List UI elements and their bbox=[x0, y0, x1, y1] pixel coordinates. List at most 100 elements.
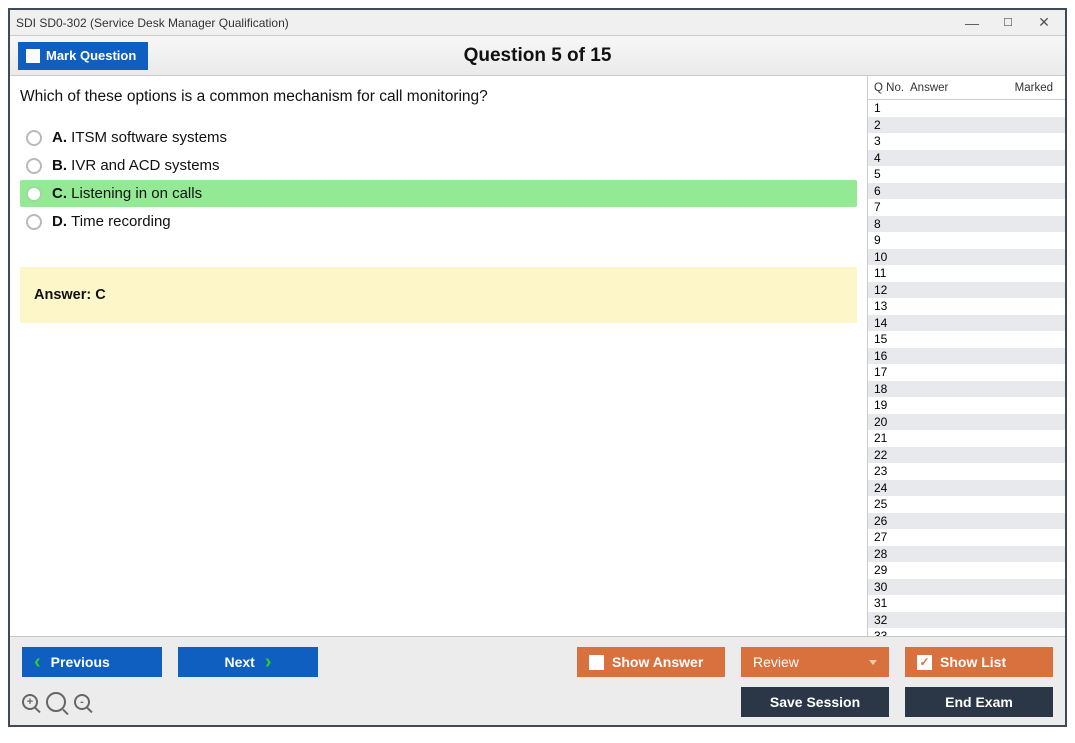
header-bar: Mark Question Question 5 of 15 bbox=[10, 36, 1065, 76]
sidebar-row[interactable]: 26 bbox=[868, 513, 1065, 530]
radio-icon bbox=[26, 214, 42, 230]
next-button[interactable]: Next bbox=[178, 647, 318, 677]
option-a[interactable]: A. ITSM software systems bbox=[20, 124, 857, 151]
footer-row-2: + - Save Session End Exam bbox=[22, 687, 1053, 717]
sidebar-row-number: 8 bbox=[868, 217, 910, 231]
next-label: Next bbox=[224, 654, 254, 670]
checkbox-checked-icon: ✓ bbox=[917, 655, 932, 670]
option-b[interactable]: B. IVR and ACD systems bbox=[20, 152, 857, 179]
sidebar-row[interactable]: 19 bbox=[868, 397, 1065, 414]
chevron-right-icon bbox=[265, 652, 272, 672]
close-button[interactable]: ✕ bbox=[1035, 14, 1053, 32]
option-c[interactable]: C. Listening in on calls bbox=[20, 180, 857, 207]
radio-icon bbox=[26, 130, 42, 146]
sidebar-row[interactable]: 18 bbox=[868, 381, 1065, 398]
sidebar-row[interactable]: 31 bbox=[868, 595, 1065, 612]
sidebar-row-number: 6 bbox=[868, 184, 910, 198]
sidebar-row[interactable]: 25 bbox=[868, 496, 1065, 513]
sidebar-row[interactable]: 4 bbox=[868, 150, 1065, 167]
minimize-button[interactable]: — bbox=[963, 14, 981, 32]
option-label: B. IVR and ACD systems bbox=[52, 157, 220, 174]
sidebar-row[interactable]: 16 bbox=[868, 348, 1065, 365]
question-counter: Question 5 of 15 bbox=[464, 45, 612, 67]
sidebar-row-number: 12 bbox=[868, 283, 910, 297]
sidebar-row-number: 1 bbox=[868, 101, 910, 115]
options-list: A. ITSM software systems B. IVR and ACD s… bbox=[20, 124, 857, 235]
save-session-button[interactable]: Save Session bbox=[741, 687, 889, 717]
sidebar-row[interactable]: 20 bbox=[868, 414, 1065, 431]
option-label: A. ITSM software systems bbox=[52, 129, 227, 146]
mark-question-button[interactable]: Mark Question bbox=[18, 42, 148, 70]
sidebar-row[interactable]: 32 bbox=[868, 612, 1065, 629]
sidebar-row-number: 24 bbox=[868, 481, 910, 495]
sidebar-row-number: 5 bbox=[868, 167, 910, 181]
sidebar-col-answer: Answer bbox=[910, 82, 999, 94]
sidebar-row[interactable]: 1 bbox=[868, 100, 1065, 117]
sidebar-row[interactable]: 9 bbox=[868, 232, 1065, 249]
sidebar-row-number: 10 bbox=[868, 250, 910, 264]
sidebar-row[interactable]: 5 bbox=[868, 166, 1065, 183]
sidebar-row[interactable]: 29 bbox=[868, 562, 1065, 579]
sidebar-row[interactable]: 23 bbox=[868, 463, 1065, 480]
sidebar-row[interactable]: 24 bbox=[868, 480, 1065, 497]
magnifier-plus-icon: + bbox=[22, 694, 38, 710]
main-area: Which of these options is a common mecha… bbox=[10, 76, 1065, 636]
sidebar-row[interactable]: 30 bbox=[868, 579, 1065, 596]
zoom-in-button[interactable]: + bbox=[22, 692, 38, 712]
previous-button[interactable]: Previous bbox=[22, 647, 162, 677]
sidebar-row[interactable]: 11 bbox=[868, 265, 1065, 282]
sidebar-row-number: 15 bbox=[868, 332, 910, 346]
mark-question-label: Mark Question bbox=[46, 48, 136, 63]
chevron-left-icon bbox=[34, 652, 41, 672]
sidebar-row[interactable]: 13 bbox=[868, 298, 1065, 315]
sidebar-row-number: 29 bbox=[868, 563, 910, 577]
sidebar-row[interactable]: 21 bbox=[868, 430, 1065, 447]
sidebar-header: Q No. Answer Marked bbox=[868, 76, 1065, 100]
review-dropdown[interactable]: Review bbox=[741, 647, 889, 677]
sidebar-row-number: 3 bbox=[868, 134, 910, 148]
sidebar-row[interactable]: 3 bbox=[868, 133, 1065, 150]
sidebar-row-number: 27 bbox=[868, 530, 910, 544]
sidebar-row-number: 4 bbox=[868, 151, 910, 165]
show-answer-label: Show Answer bbox=[612, 654, 703, 670]
zoom-out-button[interactable]: - bbox=[74, 692, 90, 712]
sidebar-row[interactable]: 10 bbox=[868, 249, 1065, 266]
show-list-button[interactable]: ✓ Show List bbox=[905, 647, 1053, 677]
chevron-down-icon bbox=[869, 660, 877, 665]
save-session-label: Save Session bbox=[770, 694, 860, 710]
sidebar-row-number: 21 bbox=[868, 431, 910, 445]
checkbox-icon bbox=[589, 655, 604, 670]
sidebar-row[interactable]: 14 bbox=[868, 315, 1065, 332]
show-answer-button[interactable]: Show Answer bbox=[577, 647, 725, 677]
sidebar-row[interactable]: 22 bbox=[868, 447, 1065, 464]
sidebar-row[interactable]: 17 bbox=[868, 364, 1065, 381]
footer-row-1: Previous Next Show Answer Review ✓ Show … bbox=[22, 647, 1053, 677]
zoom-controls: + - bbox=[22, 692, 741, 712]
sidebar-row-number: 16 bbox=[868, 349, 910, 363]
sidebar-row-number: 13 bbox=[868, 299, 910, 313]
maximize-button[interactable]: ☐ bbox=[999, 14, 1017, 32]
sidebar-list[interactable]: 1234567891011121314151617181920212223242… bbox=[868, 100, 1065, 636]
sidebar-row[interactable]: 33 bbox=[868, 628, 1065, 636]
sidebar-row[interactable]: 8 bbox=[868, 216, 1065, 233]
sidebar-row-number: 20 bbox=[868, 415, 910, 429]
sidebar-row[interactable]: 7 bbox=[868, 199, 1065, 216]
magnifier-minus-icon: - bbox=[74, 694, 90, 710]
titlebar: SDI SD0-302 (Service Desk Manager Qualif… bbox=[10, 10, 1065, 36]
sidebar-row[interactable]: 27 bbox=[868, 529, 1065, 546]
sidebar-col-qno: Q No. bbox=[868, 82, 910, 94]
sidebar-row-number: 19 bbox=[868, 398, 910, 412]
option-d[interactable]: D. Time recording bbox=[20, 208, 857, 235]
sidebar-row[interactable]: 6 bbox=[868, 183, 1065, 200]
sidebar-row[interactable]: 28 bbox=[868, 546, 1065, 563]
sidebar-row-number: 30 bbox=[868, 580, 910, 594]
sidebar-row-number: 25 bbox=[868, 497, 910, 511]
sidebar-row-number: 23 bbox=[868, 464, 910, 478]
sidebar-row[interactable]: 2 bbox=[868, 117, 1065, 134]
sidebar-row[interactable]: 12 bbox=[868, 282, 1065, 299]
end-exam-button[interactable]: End Exam bbox=[905, 687, 1053, 717]
sidebar-row-number: 31 bbox=[868, 596, 910, 610]
sidebar-row[interactable]: 15 bbox=[868, 331, 1065, 348]
sidebar-row-number: 22 bbox=[868, 448, 910, 462]
zoom-reset-button[interactable] bbox=[46, 692, 66, 712]
